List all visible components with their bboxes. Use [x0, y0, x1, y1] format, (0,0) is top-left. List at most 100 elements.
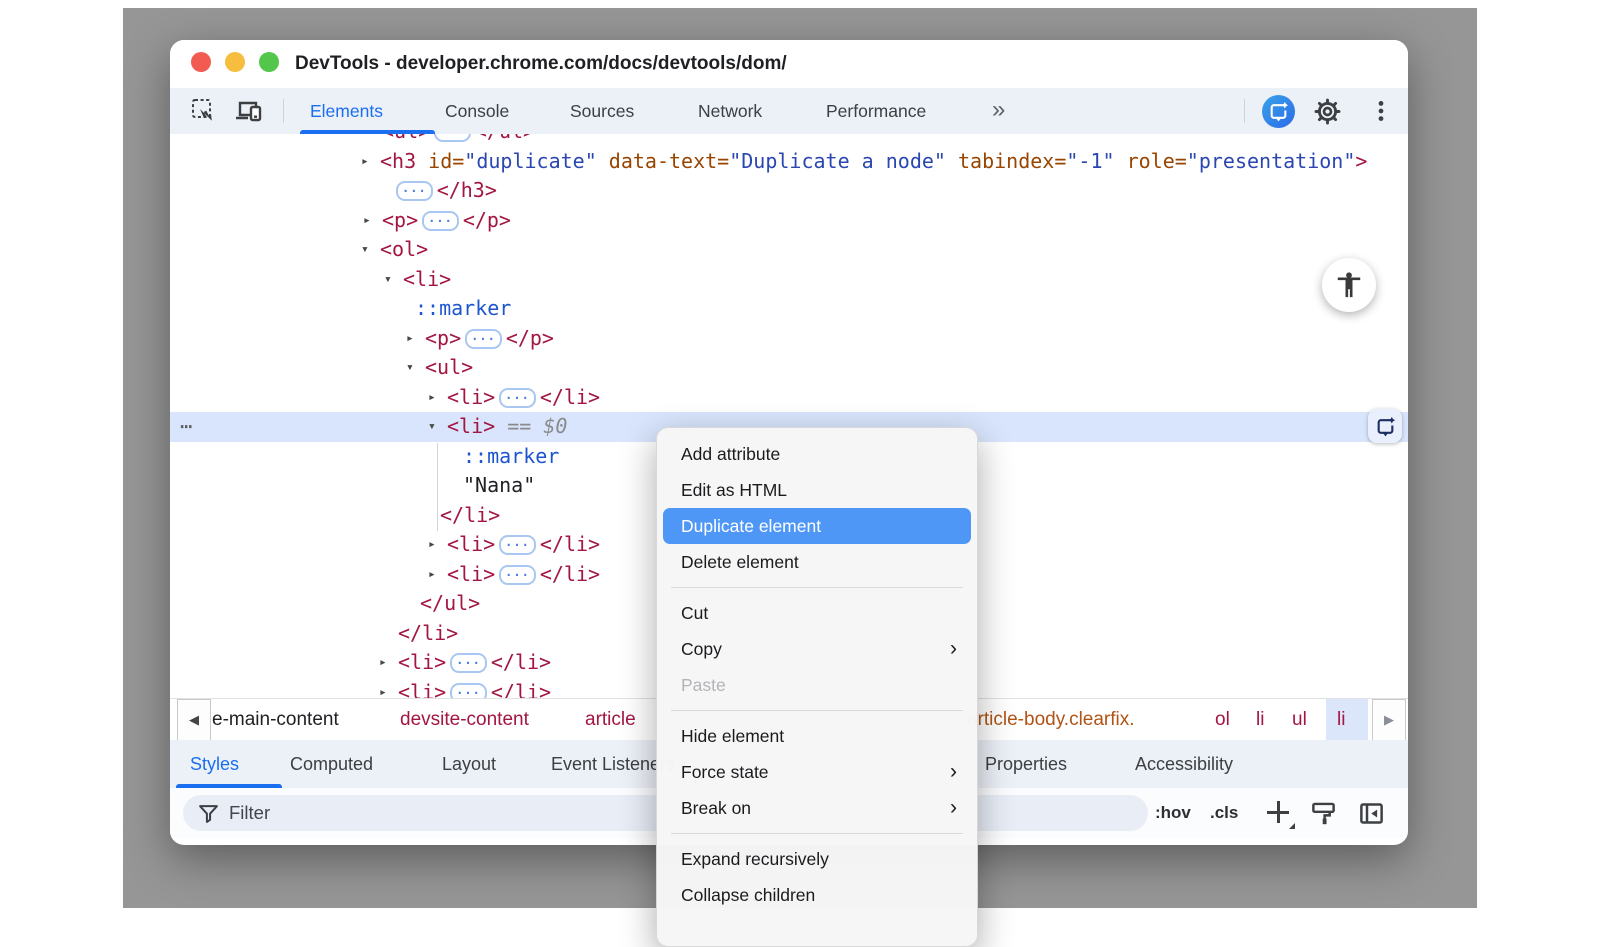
menu-item-break-on[interactable]: Break on›: [663, 790, 971, 826]
dom-row[interactable]: ▸<h3 id="duplicate" data-text="Duplicate…: [170, 147, 1408, 177]
ellipsis-expand-button[interactable]: ···: [499, 388, 536, 408]
traffic-light-zoom-button[interactable]: [259, 52, 279, 72]
expand-arrow-icon[interactable]: ▸: [379, 648, 387, 678]
device-toolbar-button[interactable]: [234, 97, 262, 125]
ai-assistant-button[interactable]: [1262, 95, 1295, 128]
menu-separator: [671, 587, 963, 588]
expand-arrow-icon[interactable]: ▸: [428, 530, 436, 560]
dom-row[interactable]: ▸<p>···</p>: [170, 324, 1408, 354]
dom-row[interactable]: ▾<ul>: [170, 353, 1408, 383]
menu-item-duplicate-element[interactable]: Duplicate element: [663, 508, 971, 544]
ellipsis-expand-button[interactable]: ···: [396, 181, 433, 201]
more-tabs-button[interactable]: »: [992, 88, 1005, 134]
token-tag: <li>: [403, 267, 451, 291]
token-tag: </ul>: [420, 591, 480, 615]
menu-item-add-attribute[interactable]: Add attribute: [663, 436, 971, 472]
ellipsis-expand-button[interactable]: ···: [434, 134, 471, 142]
ellipsis-expand-button[interactable]: ···: [465, 329, 502, 349]
new-style-rule-button[interactable]: [1263, 797, 1293, 827]
token-attr: id=: [416, 149, 464, 173]
dom-node-text: ::marker: [170, 294, 1408, 324]
tab-layout[interactable]: Layout: [442, 740, 496, 788]
expand-arrow-icon[interactable]: ▸: [379, 678, 387, 699]
indent-guide: [437, 443, 438, 531]
ellipsis-expand-button[interactable]: ···: [499, 535, 536, 555]
dom-row[interactable]: ···</h3>: [170, 176, 1408, 206]
menu-item-force-state[interactable]: Force state›: [663, 754, 971, 790]
menu-item-cut[interactable]: Cut: [663, 595, 971, 631]
collapse-arrow-icon[interactable]: ▾: [406, 353, 414, 383]
dom-row[interactable]: ▸<p>···</p>: [170, 206, 1408, 236]
ellipsis-expand-button[interactable]: ···: [450, 653, 487, 673]
menu-item-edit-as-html[interactable]: Edit as HTML: [663, 472, 971, 508]
expand-arrow-icon[interactable]: ▸: [363, 206, 371, 236]
breadcrumb-item-e-main-content[interactable]: e-main-content: [212, 699, 339, 741]
breadcrumb-item-ol[interactable]: ol: [1215, 699, 1230, 741]
tab-properties[interactable]: Properties: [985, 740, 1067, 788]
dom-row[interactable]: ▾ <li>: [170, 265, 1408, 295]
submenu-chevron-icon: ›: [950, 631, 957, 667]
tab-elements[interactable]: Elements: [310, 88, 383, 134]
toggle-sidebar-button[interactable]: [1358, 800, 1385, 827]
breadcrumb-item-article-body-clearfix[interactable]: article-body.clearfix.: [967, 699, 1135, 741]
menu-item-copy[interactable]: Copy›: [663, 631, 971, 667]
token-tag: <p>: [382, 208, 418, 232]
submenu-chevron-icon: ›: [950, 790, 957, 826]
token-tag: <li>: [447, 562, 495, 586]
settings-button[interactable]: [1314, 98, 1342, 126]
toggle-cls-button[interactable]: .cls: [1210, 788, 1238, 838]
expand-arrow-icon[interactable]: ▸: [361, 147, 369, 177]
toggle-hov-button[interactable]: :hov: [1155, 788, 1191, 838]
token-tag: </li>: [540, 562, 600, 586]
traffic-light-minimize-button[interactable]: [225, 52, 245, 72]
dom-row[interactable]: <ul>···</ul>: [170, 134, 1408, 147]
tab-accessibility[interactable]: Accessibility: [1135, 740, 1233, 788]
expand-arrow-icon[interactable]: ▸: [428, 383, 436, 413]
rendering-brush-button[interactable]: [1310, 800, 1337, 827]
ai-assistant-badge-button[interactable]: [1368, 409, 1402, 443]
ellipsis-expand-button[interactable]: ···: [499, 565, 536, 585]
collapse-arrow-icon[interactable]: ▾: [384, 265, 392, 295]
accessibility-widget-button[interactable]: [1322, 258, 1376, 312]
token-tag: <p>: [425, 326, 461, 350]
tab-network[interactable]: Network: [698, 88, 762, 134]
tab-styles[interactable]: Styles: [190, 740, 239, 788]
inspect-cursor-button[interactable]: [190, 97, 218, 125]
menu-item-expand-recursively[interactable]: Expand recursively: [663, 841, 971, 877]
menu-separator: [671, 710, 963, 711]
breadcrumb-item-article[interactable]: article: [585, 699, 636, 741]
menu-item-hide-element[interactable]: Hide element: [663, 718, 971, 754]
dom-node-text: <p>···</p>: [170, 324, 1408, 354]
breadcrumb-item-li-selected[interactable]: li: [1337, 699, 1345, 741]
token-tag: </li>: [540, 532, 600, 556]
menu-item-delete-element[interactable]: Delete element: [663, 544, 971, 580]
traffic-light-close-button[interactable]: [191, 52, 211, 72]
dom-row[interactable]: ▸<li>···</li>: [170, 383, 1408, 413]
token-tag: <li>: [447, 532, 495, 556]
tab-performance[interactable]: Performance: [826, 88, 926, 134]
breadcrumb-item-devsite-content[interactable]: devsite-content: [400, 699, 529, 741]
expand-arrow-icon[interactable]: ▸: [406, 324, 414, 354]
ellipsis-expand-button[interactable]: ···: [450, 683, 487, 699]
tab-sources[interactable]: Sources: [570, 88, 634, 134]
ellipsis-expand-button[interactable]: ···: [422, 211, 459, 231]
expand-arrow-icon[interactable]: ▸: [428, 560, 436, 590]
token-val: "presentation": [1187, 149, 1356, 173]
collapse-arrow-icon[interactable]: ▾: [361, 235, 369, 265]
devtools-toolbar: Elements Console Sources Network Performance…: [170, 88, 1408, 135]
dom-row[interactable]: ▾<ol>: [170, 235, 1408, 265]
dom-node-text: <li>: [170, 265, 1408, 295]
breadcrumb-scroll-left-button[interactable]: ◀: [177, 699, 211, 741]
dom-row[interactable]: ::marker: [170, 294, 1408, 324]
token-pseudo: ::marker: [463, 444, 559, 468]
tab-computed[interactable]: Computed: [290, 740, 373, 788]
menu-item-paste[interactable]: Paste: [663, 667, 971, 703]
more-options-button[interactable]: [1368, 98, 1396, 126]
breadcrumb-item-li[interactable]: li: [1256, 699, 1264, 741]
collapse-arrow-icon[interactable]: ▾: [428, 412, 436, 442]
tab-console[interactable]: Console: [445, 88, 509, 134]
breadcrumb-scroll-right-button[interactable]: ▶: [1372, 699, 1406, 741]
token-tag: <h3: [380, 149, 416, 173]
breadcrumb-item-ul[interactable]: ul: [1292, 699, 1307, 741]
token-dollar: $0: [543, 414, 567, 438]
